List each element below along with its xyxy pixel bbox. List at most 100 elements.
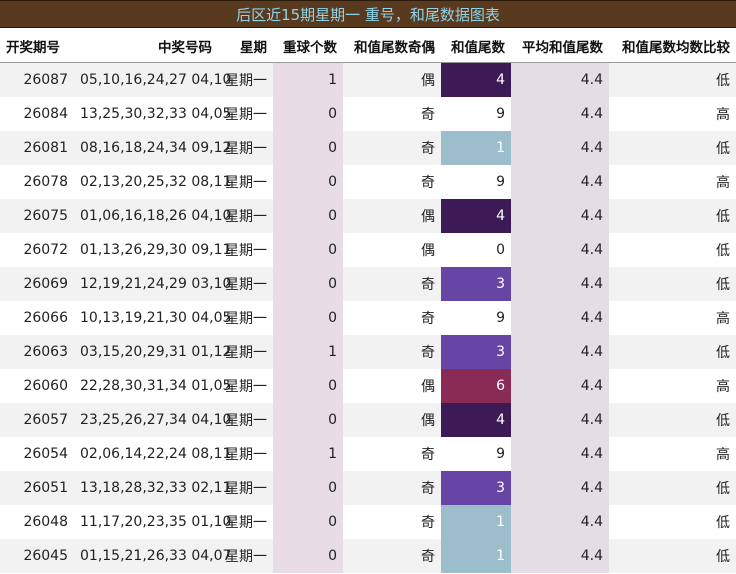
- cell-tail: 1: [441, 131, 511, 165]
- table-row: 26051 13,18,28,32,33 02,11 星期一 0 奇 3 4.4 低: [0, 471, 736, 505]
- cell-tail: 9: [441, 97, 511, 131]
- cell-parity: 奇: [421, 447, 435, 463]
- cell-weekday: 星期一: [218, 539, 273, 573]
- cell-tail: 9: [441, 165, 511, 199]
- cell-repeat: 1: [273, 335, 343, 369]
- table-row: 26084 13,25,30,32,33 04,05 星期一 0 奇 9 4.4 高: [0, 97, 736, 131]
- cell-numbers: 01,13,26,29,30 09,11: [80, 242, 232, 258]
- cell-parity: 奇: [343, 267, 441, 301]
- cell-repeat: 0: [273, 301, 343, 335]
- cell-numbers: 22,28,30,31,34 01,05: [80, 378, 232, 394]
- cell-weekday: 星期一: [225, 447, 267, 463]
- cell-repeat: 0: [273, 471, 343, 505]
- cell-avg: 4.4: [511, 131, 609, 165]
- table-row: 26081 08,16,18,24,34 09,12 星期一 0 奇 1 4.4 低: [0, 131, 736, 165]
- cell-parity: 奇: [421, 515, 435, 531]
- cell-compare: 低: [609, 471, 736, 505]
- cell-weekday: 星期一: [218, 267, 273, 301]
- cell-repeat: 1: [273, 62, 343, 97]
- cell-numbers: 13,18,28,32,33 02,11: [74, 471, 231, 505]
- table-body: 26087 05,10,16,24,27 04,10 星期一 1 偶 4 4.4 低 26084…: [0, 62, 736, 573]
- cell-tail: 3: [441, 335, 511, 369]
- cell-parity: 偶: [343, 199, 441, 233]
- header-weekday: 星期: [240, 40, 267, 56]
- table-row: 26057 23,25,26,27,34 04,10 星期一 0 偶 4 4.4 低: [0, 403, 736, 437]
- table-row: 26066 10,13,19,21,30 04,05 星期一 0 奇 9 4.4 高: [0, 301, 736, 335]
- cell-parity: 偶: [421, 243, 435, 259]
- cell-avg: 4.4: [511, 233, 609, 267]
- cell-compare: 低: [609, 403, 736, 437]
- cell-issue: 26087: [0, 62, 74, 97]
- cell-tail: 3: [441, 471, 511, 505]
- cell-issue: 26066: [23, 310, 68, 326]
- cell-issue: 26060: [23, 378, 68, 394]
- cell-parity: 奇: [421, 107, 435, 123]
- cell-compare: 高: [716, 379, 730, 395]
- cell-tail: 4: [441, 62, 511, 97]
- cell-numbers: 12,19,21,24,29 03,10: [74, 267, 231, 301]
- cell-tail: 1: [441, 505, 511, 539]
- cell-tail: 4: [441, 199, 511, 233]
- cell-weekday: 星期一: [225, 175, 267, 191]
- cell-numbers: 02,13,20,25,32 08,11: [80, 174, 232, 190]
- cell-compare: 高: [716, 311, 730, 327]
- cell-avg: 4.4: [511, 539, 609, 573]
- header-parity: 和值尾数奇偶: [354, 40, 435, 56]
- cell-weekday: 星期一: [218, 199, 273, 233]
- page-title: 后区近15期星期一 重号，和尾数据图表: [236, 5, 500, 24]
- cell-numbers: 05,10,16,24,27 04,10: [74, 62, 231, 97]
- table-row: 26045 01,15,21,26,33 04,07 星期一 0 奇 1 4.4 低: [0, 539, 736, 573]
- cell-parity: 奇: [343, 131, 441, 165]
- table-row: 26048 11,17,20,23,35 01,10 星期一 0 奇 1 4.4 低: [0, 505, 736, 539]
- cell-avg: 4.4: [511, 97, 609, 131]
- cell-repeat: 0: [273, 505, 343, 539]
- cell-parity: 奇: [343, 539, 441, 573]
- cell-compare: 低: [609, 62, 736, 97]
- header-avg: 平均和值尾数: [522, 40, 603, 56]
- cell-issue: 26054: [23, 446, 68, 462]
- cell-issue: 26051: [0, 471, 74, 505]
- cell-compare: 低: [609, 267, 736, 301]
- header-row: 开奖期号 中奖号码 星期 重球个数 和值尾数奇偶 和值尾数 平均和值尾数 和值尾…: [0, 30, 736, 63]
- cell-issue: 26069: [0, 267, 74, 301]
- cell-numbers: 08,16,18,24,34 09,12: [74, 131, 231, 165]
- header-compare: 和值尾数均数比较: [622, 40, 730, 56]
- table-row: 26078 02,13,20,25,32 08,11 星期一 0 奇 9 4.4 高: [0, 165, 736, 199]
- cell-avg: 4.4: [511, 62, 609, 97]
- cell-compare: 高: [716, 175, 730, 191]
- cell-weekday: 星期一: [225, 243, 267, 259]
- cell-weekday: 星期一: [225, 107, 267, 123]
- cell-repeat: 0: [273, 403, 343, 437]
- header-numbers: 中奖号码: [158, 40, 212, 56]
- cell-tail: 9: [441, 301, 511, 335]
- cell-repeat: 0: [273, 131, 343, 165]
- cell-issue: 26081: [0, 131, 74, 165]
- cell-issue: 26078: [23, 174, 68, 190]
- cell-repeat: 0: [273, 369, 343, 403]
- cell-parity: 奇: [343, 335, 441, 369]
- cell-issue: 26084: [23, 106, 68, 122]
- cell-parity: 奇: [421, 175, 435, 191]
- cell-compare: 高: [716, 447, 730, 463]
- cell-weekday: 星期一: [218, 471, 273, 505]
- header-repeat: 重球个数: [283, 40, 337, 56]
- cell-issue: 26072: [23, 242, 68, 258]
- cell-compare: 低: [716, 243, 730, 259]
- cell-numbers: 03,15,20,29,31 01,12: [74, 335, 231, 369]
- cell-avg: 4.4: [511, 505, 609, 539]
- cell-weekday: 星期一: [225, 379, 267, 395]
- cell-parity: 奇: [421, 311, 435, 327]
- cell-repeat: 0: [273, 233, 343, 267]
- cell-avg: 4.4: [511, 403, 609, 437]
- table-row: 26069 12,19,21,24,29 03,10 星期一 0 奇 3 4.4 低: [0, 267, 736, 301]
- cell-compare: 低: [609, 199, 736, 233]
- cell-avg: 4.4: [511, 471, 609, 505]
- cell-parity: 奇: [343, 471, 441, 505]
- cell-tail: 4: [441, 403, 511, 437]
- cell-parity: 偶: [343, 62, 441, 97]
- cell-tail: 6: [441, 369, 511, 403]
- cell-issue: 26063: [0, 335, 74, 369]
- table-row: 26072 01,13,26,29,30 09,11 星期一 0 偶 0 4.4 低: [0, 233, 736, 267]
- cell-avg: 4.4: [511, 199, 609, 233]
- cell-compare: 高: [716, 107, 730, 123]
